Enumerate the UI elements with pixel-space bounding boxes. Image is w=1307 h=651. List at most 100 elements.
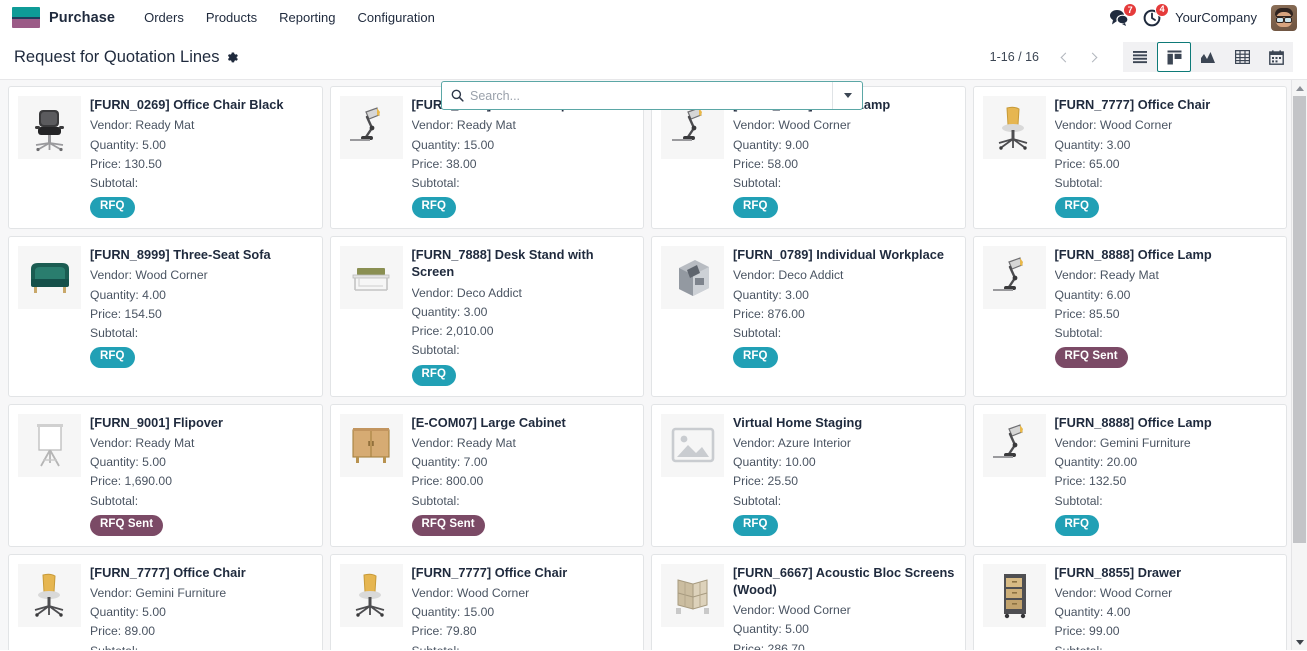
control-panel: Request for Quotation Lines 1-16 / 16 (0, 35, 1307, 110)
kanban-scroll-container: [FURN_0269] Office Chair Black Vendor: Re… (0, 80, 1293, 650)
activities-button[interactable]: 4 (1143, 2, 1170, 27)
status-badge[interactable]: RFQ (733, 514, 778, 536)
messages-button[interactable]: 7 (1109, 3, 1138, 26)
kanban-card[interactable]: [FURN_8855] Drawer Vendor: Wood Corner Qua… (972, 553, 1287, 650)
vendor-field: Vendor: Ready Mat (90, 435, 195, 450)
price-field: Price: 99.00 (1054, 624, 1120, 639)
subtotal-field: Subtotal: (411, 343, 460, 358)
nav-configuration[interactable]: Configuration (347, 4, 446, 31)
product-title: [FURN_8888] Office Lamp (1054, 414, 1212, 430)
kanban-card[interactable]: [FURN_7888] Desk Stand with Screen Vendor… (329, 236, 644, 397)
brand-home-link[interactable]: Purchase (12, 7, 115, 28)
status-badge[interactable]: RFQ (90, 347, 135, 369)
quantity-field: Quantity: 9.00 (733, 137, 809, 152)
view-graph[interactable] (1191, 42, 1225, 72)
product-title: [FURN_9001] Flipover (90, 414, 223, 430)
subtotal-field: Subtotal: (1055, 642, 1277, 650)
quantity-field: Quantity: 5.00 (733, 622, 809, 637)
quantity-field: Quantity: 5.00 (90, 137, 166, 152)
status-badge[interactable]: RFQ (733, 197, 778, 219)
kanban-card[interactable]: [FURN_0789] Individual Workplace Vendor: … (651, 236, 966, 397)
pager-previous-button[interactable] (1049, 43, 1079, 71)
office-lamp-icon (982, 246, 1046, 310)
kanban-card[interactable]: [FURN_8999] Three-Seat Sofa Vendor: Wood … (8, 236, 323, 397)
kanban-card-body: Virtual Home Staging Vendor: Azure Interi… (733, 414, 955, 536)
price-field: Price: 876.00 (733, 306, 805, 321)
vendor-field: Vendor: Wood Corner (733, 118, 851, 133)
product-title: [FURN_7777] Office Chair (411, 564, 568, 580)
status-badge[interactable]: RFQ (1054, 197, 1100, 219)
chevron-right-icon (1087, 52, 1098, 62)
kanban-card[interactable]: [FURN_6667] Acoustic Bloc Screens (Wood)… (651, 553, 966, 650)
status-badge[interactable]: RFQ (411, 364, 457, 386)
status-badge[interactable]: RFQ (1054, 514, 1100, 536)
status-badge[interactable]: RFQ (90, 197, 135, 219)
kanban-card[interactable]: [FURN_8888] Office Lamp Vendor: Ready Mat… (972, 236, 1287, 397)
vendor-field: Vendor: Deco Addict (733, 268, 844, 283)
kanban-card-body: [FURN_7777] Office Chair Vendor: Gemini F… (90, 564, 312, 650)
vendor-field: Vendor: Wood Corner (733, 603, 851, 618)
office-lamp-icon (339, 96, 403, 159)
kanban-card[interactable]: [FURN_8888] Office Lamp Vendor: Gemini Fu… (972, 403, 1287, 547)
kanban-card[interactable]: [FURN_7777] Office Chair Vendor: Gemini F… (8, 553, 323, 650)
search-icon (442, 89, 470, 102)
quantity-field: Quantity: 3.00 (733, 287, 809, 302)
status-badge[interactable]: RFQ (733, 347, 778, 369)
company-switcher[interactable]: YourCompany (1175, 10, 1257, 25)
acoustic-screen-icon (661, 563, 724, 627)
status-badge[interactable]: RFQ Sent (1054, 347, 1128, 369)
view-list[interactable] (1123, 42, 1157, 72)
scroll-down-button[interactable] (1292, 634, 1307, 650)
subtotal-field: Subtotal: (412, 642, 634, 650)
kanban-card[interactable]: [E-COM07] Large Cabinet Vendor: Ready Mat… (329, 403, 644, 547)
office-chair-black-icon (18, 96, 81, 159)
scroll-up-button[interactable] (1292, 80, 1307, 96)
quantity-field: Quantity: 4.00 (1054, 605, 1131, 620)
gear-icon[interactable] (226, 51, 239, 64)
status-badge[interactable]: RFQ Sent (90, 514, 164, 536)
list-icon (1133, 51, 1147, 64)
view-kanban[interactable] (1157, 42, 1191, 72)
view-pivot[interactable] (1225, 42, 1259, 72)
search-view[interactable] (441, 81, 863, 110)
pager-next-button[interactable] (1079, 43, 1109, 71)
kanban-card[interactable]: [FURN_7777] Office Chair Vendor: Wood Cor… (972, 86, 1287, 230)
control-panel-right: 1-16 / 16 (990, 42, 1293, 72)
search-input[interactable] (470, 82, 832, 109)
cabinet-icon (339, 413, 403, 477)
product-title: [FURN_8855] Drawer (1054, 564, 1182, 580)
kanban-view: [FURN_0269] Office Chair Black Vendor: Re… (0, 80, 1307, 650)
vendor-field: Vendor: Ready Mat (90, 118, 195, 133)
price-field: Price: 25.50 (733, 474, 799, 489)
flipover-icon (18, 413, 81, 477)
product-title: [FURN_7888] Desk Stand with Screen (411, 247, 594, 280)
top-navbar: Purchase Orders Products Reporting Confi… (0, 0, 1307, 35)
quantity-field: Quantity: 6.00 (1054, 287, 1131, 302)
nav-reporting[interactable]: Reporting (268, 4, 346, 31)
status-badge[interactable]: RFQ Sent (411, 514, 485, 536)
nav-orders[interactable]: Orders (133, 4, 195, 31)
subtotal-field: Subtotal: (1054, 326, 1103, 341)
kanban-card-body: [FURN_8888] Office Lamp Vendor: Gemini Fu… (1054, 414, 1277, 536)
messages-count-badge: 7 (1123, 3, 1138, 17)
quantity-field: Quantity: 15.00 (411, 605, 495, 620)
nav-products[interactable]: Products (195, 4, 268, 31)
scrollbar-track[interactable] (1292, 96, 1307, 634)
vertical-scrollbar[interactable] (1291, 80, 1307, 650)
triangle-up-icon (1295, 85, 1304, 91)
price-field: Price: 79.80 (411, 624, 477, 639)
status-badge[interactable]: RFQ (411, 197, 457, 219)
scrollbar-thumb[interactable] (1293, 96, 1306, 543)
kanban-card[interactable]: Virtual Home Staging Vendor: Azure Interi… (651, 403, 966, 547)
kanban-card-body: [E-COM07] Large Cabinet Vendor: Ready Mat… (411, 414, 634, 536)
quantity-field: Quantity: 5.00 (90, 455, 166, 470)
kanban-card[interactable]: [FURN_9001] Flipover Vendor: Ready Mat Qua… (8, 403, 323, 547)
kanban-card[interactable]: [FURN_7777] Office Chair Vendor: Wood Cor… (329, 553, 644, 650)
search-dropdown-toggle[interactable] (832, 82, 862, 109)
kanban-card[interactable]: [FURN_0269] Office Chair Black Vendor: Re… (8, 86, 323, 230)
user-avatar[interactable] (1271, 4, 1297, 31)
product-title: [FURN_8888] Office Lamp (1054, 247, 1212, 263)
vendor-field: Vendor: Deco Addict (411, 285, 522, 300)
price-field: Price: 58.00 (733, 156, 799, 171)
view-calendar[interactable] (1259, 42, 1293, 72)
